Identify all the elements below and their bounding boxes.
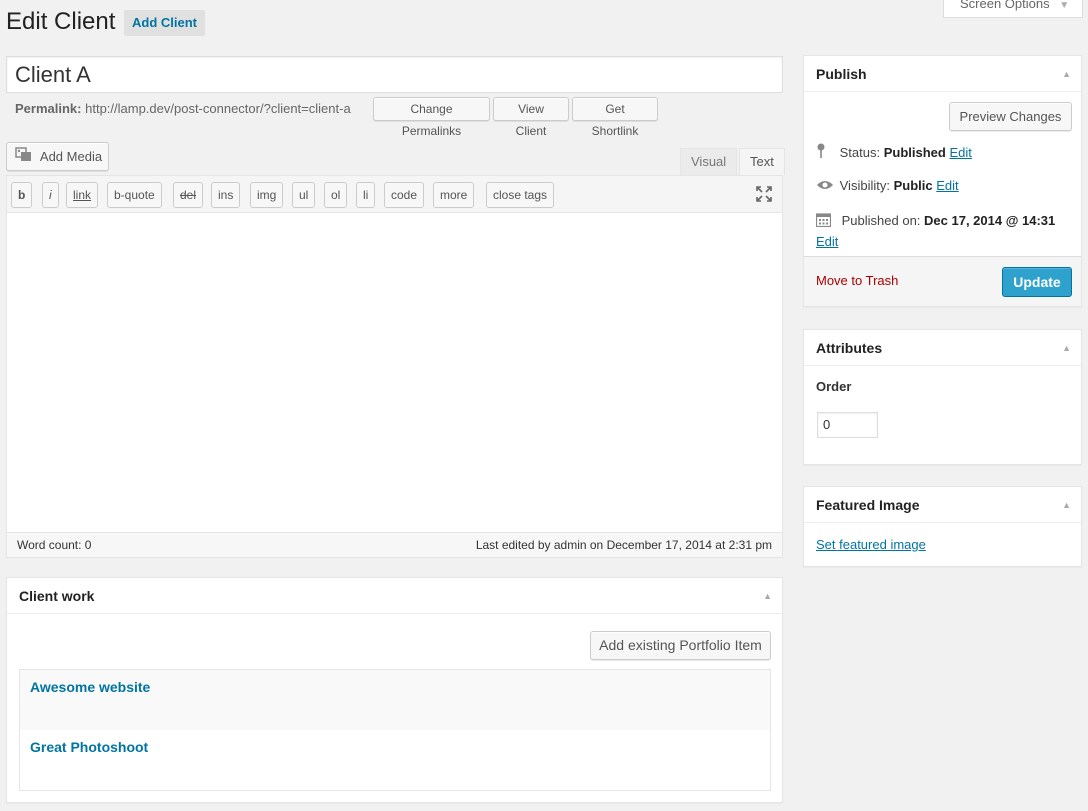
media-icon xyxy=(15,144,33,171)
calendar-icon xyxy=(815,212,834,232)
visibility-label: Visibility: xyxy=(839,178,890,193)
permalink: Permalink: http://lamp.dev/post-connecto… xyxy=(15,100,351,118)
fullscreen-icon[interactable] xyxy=(756,186,772,205)
edit-visibility-link[interactable]: Edit xyxy=(936,178,958,193)
publish-box: Publish ▲ Preview Changes Status: Publis… xyxy=(803,55,1082,307)
collapse-icon[interactable]: ▲ xyxy=(763,578,772,614)
editor-status-bar: Word count: 0 Last edited by admin on De… xyxy=(7,532,782,557)
page-title: Edit Client xyxy=(6,8,116,35)
add-media-button[interactable]: Add Media xyxy=(6,142,110,171)
attributes-title: Attributes xyxy=(816,340,883,356)
qt-code-button[interactable]: code xyxy=(384,182,425,208)
published-on-row: Published on: Dec 17, 2014 @ 14:31 Edit xyxy=(815,211,1078,251)
qt-img-button[interactable]: img xyxy=(250,182,284,208)
order-input[interactable]: 0 xyxy=(817,412,878,438)
preview-changes-button[interactable]: Preview Changes xyxy=(949,102,1072,131)
move-to-trash-link[interactable]: Move to Trash xyxy=(816,273,898,288)
published-value: Dec 17, 2014 @ 14:31 xyxy=(924,213,1056,228)
tab-text[interactable]: Text xyxy=(739,148,785,175)
qt-more-button[interactable]: more xyxy=(433,182,475,208)
quicktags-toolbar: b i link b-quote del ins img ul ol li co… xyxy=(7,176,782,213)
qt-bold-button[interactable]: b xyxy=(11,182,33,208)
status-label: Status: xyxy=(839,144,881,160)
last-edited: Last edited by admin on December 17, 201… xyxy=(475,538,772,552)
portfolio-item-link[interactable]: Great Photoshoot xyxy=(30,739,148,755)
list-item: Great Photoshoot xyxy=(20,730,770,790)
status-value: Published xyxy=(883,144,946,160)
client-work-box: Client work ▲ Add existing Portfolio Ite… xyxy=(6,577,783,803)
pin-icon xyxy=(816,143,830,164)
publish-header[interactable]: Publish ▲ xyxy=(804,56,1081,92)
collapse-icon[interactable]: ▲ xyxy=(1062,330,1071,366)
featured-image-title: Featured Image xyxy=(816,497,920,513)
content-textarea[interactable] xyxy=(7,214,782,532)
qt-ins-button[interactable]: ins xyxy=(211,182,241,208)
set-featured-image-link[interactable]: Set featured image xyxy=(816,537,926,552)
qt-link-button[interactable]: link xyxy=(66,182,99,208)
change-permalinks-button[interactable]: Change Permalinks xyxy=(373,97,490,138)
attributes-header[interactable]: Attributes ▲ xyxy=(804,330,1081,366)
add-client-button[interactable]: Add Client xyxy=(124,10,205,36)
qt-italic-button[interactable]: i xyxy=(42,182,59,208)
portfolio-list: Awesome website Great Photoshoot xyxy=(19,669,771,791)
triangle-down-icon: ▼ xyxy=(1059,0,1070,11)
content-editor: b i link b-quote del ins img ul ol li co… xyxy=(6,175,783,558)
client-work-title: Client work xyxy=(19,588,95,604)
post-title-input[interactable]: Client A xyxy=(6,56,783,93)
qt-li-button[interactable]: li xyxy=(356,182,376,208)
collapse-icon[interactable]: ▲ xyxy=(1062,487,1071,523)
update-button[interactable]: Update xyxy=(1002,267,1072,297)
published-label: Published on: xyxy=(841,213,921,228)
client-work-header[interactable]: Client work ▲ xyxy=(7,578,782,614)
qt-ol-button[interactable]: ol xyxy=(324,182,348,208)
attributes-box: Attributes ▲ Order 0 xyxy=(803,329,1082,465)
featured-image-header[interactable]: Featured Image ▲ xyxy=(804,487,1081,523)
qt-del-button[interactable]: del xyxy=(173,182,204,208)
permalink-url[interactable]: http://lamp.dev/post-connector/?client=c… xyxy=(85,101,351,116)
major-publishing-actions: Move to Trash Update xyxy=(804,256,1081,306)
permalink-label: Permalink: xyxy=(15,101,82,116)
featured-image-box: Featured Image ▲ Set featured image xyxy=(803,486,1082,567)
list-item: Awesome website xyxy=(20,670,770,730)
publish-title: Publish xyxy=(816,66,867,82)
collapse-icon[interactable]: ▲ xyxy=(1062,56,1071,92)
qt-ul-button[interactable]: ul xyxy=(292,182,316,208)
visibility-value: Public xyxy=(893,178,933,193)
qt-close-tags-button[interactable]: close tags xyxy=(486,182,555,208)
edit-status-link[interactable]: Edit xyxy=(949,145,971,160)
view-client-button[interactable]: View Client xyxy=(493,97,569,138)
tab-visual[interactable]: Visual xyxy=(680,148,738,175)
status-row: Status: Published Edit xyxy=(816,143,972,164)
qt-blockquote-button[interactable]: b-quote xyxy=(107,182,162,208)
eye-icon xyxy=(816,178,834,196)
get-shortlink-button[interactable]: Get Shortlink xyxy=(572,97,658,138)
add-portfolio-item-button[interactable]: Add existing Portfolio Item xyxy=(590,631,771,660)
add-media-label: Add Media xyxy=(39,149,103,164)
word-count: Word count: 0 xyxy=(17,538,92,552)
portfolio-item-link[interactable]: Awesome website xyxy=(30,679,150,695)
edit-date-link[interactable]: Edit xyxy=(816,234,838,249)
screen-options-button[interactable]: Screen Options ▼ xyxy=(943,0,1083,18)
screen-options-label: Screen Options xyxy=(960,0,1050,11)
visibility-row: Visibility: Public Edit xyxy=(816,177,959,196)
order-label: Order xyxy=(816,379,852,394)
